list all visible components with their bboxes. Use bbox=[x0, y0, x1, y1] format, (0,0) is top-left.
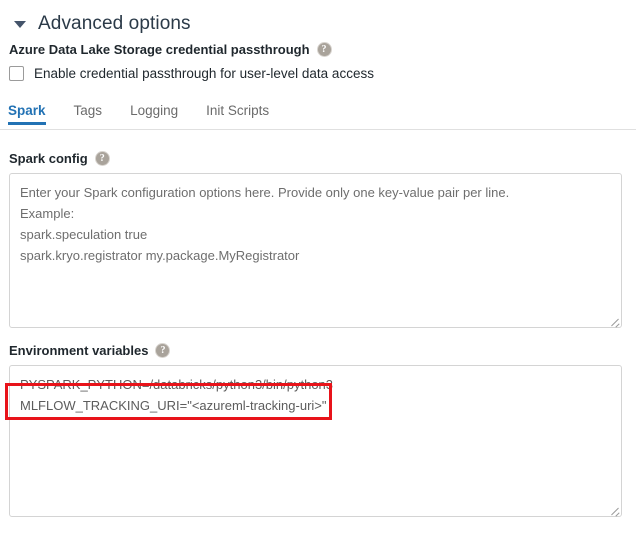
environment-variables-label: Environment variables ? bbox=[9, 343, 170, 358]
environment-variable-line: MLFLOW_TRACKING_URI="<azureml-tracking-u… bbox=[20, 398, 327, 413]
enable-credential-passthrough-row[interactable]: Enable credential passthrough for user-l… bbox=[9, 66, 374, 81]
help-circle-icon[interactable]: ? bbox=[95, 152, 109, 165]
credential-passthrough-label-text: Azure Data Lake Storage credential passt… bbox=[9, 42, 310, 57]
advanced-options-tabs: Spark Tags Logging Init Scripts bbox=[0, 103, 636, 130]
spark-config-label: Spark config ? bbox=[9, 151, 109, 166]
tab-init-scripts[interactable]: Init Scripts bbox=[192, 103, 283, 125]
tab-logging[interactable]: Logging bbox=[116, 103, 192, 125]
spark-config-label-text: Spark config bbox=[9, 151, 88, 166]
page-title: Advanced options bbox=[38, 13, 191, 34]
spark-config-placeholder-line: spark.kryo.registrator my.package.MyRegi… bbox=[20, 248, 300, 263]
advanced-options-header[interactable]: Advanced options bbox=[0, 0, 636, 40]
enable-credential-passthrough-checkbox[interactable] bbox=[9, 66, 24, 81]
spark-config-input[interactable]: Enter your Spark configuration options h… bbox=[9, 173, 622, 328]
help-circle-icon[interactable]: ? bbox=[156, 344, 170, 357]
environment-variables-label-text: Environment variables bbox=[9, 343, 149, 358]
environment-variable-line: PYSPARK_PYTHON=/databricks/python3/bin/p… bbox=[20, 377, 334, 392]
spark-config-placeholder-line: Enter your Spark configuration options h… bbox=[20, 185, 510, 200]
credential-passthrough-label: Azure Data Lake Storage credential passt… bbox=[9, 42, 331, 57]
spark-config-placeholder-line: spark.speculation true bbox=[20, 227, 148, 242]
tab-spark[interactable]: Spark bbox=[8, 103, 60, 125]
spark-config-placeholder-line: Example: bbox=[20, 206, 75, 221]
triangle-down-icon bbox=[14, 20, 26, 28]
help-circle-icon[interactable]: ? bbox=[317, 43, 331, 56]
environment-variables-input[interactable]: PYSPARK_PYTHON=/databricks/python3/bin/p… bbox=[9, 365, 622, 517]
enable-credential-passthrough-label: Enable credential passthrough for user-l… bbox=[34, 66, 374, 81]
tab-tags[interactable]: Tags bbox=[60, 103, 117, 125]
